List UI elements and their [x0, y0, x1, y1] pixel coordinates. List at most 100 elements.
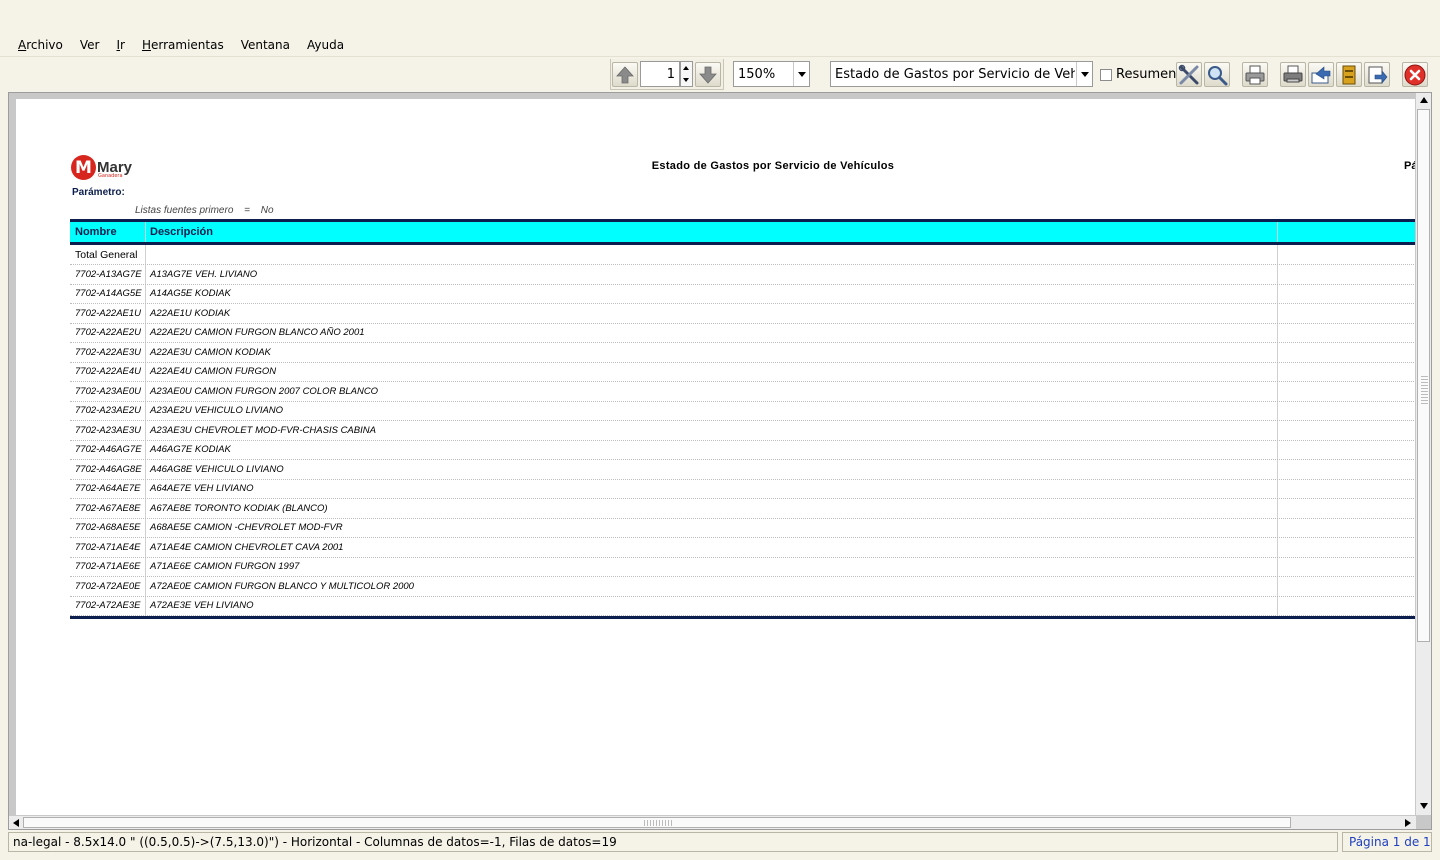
menu-item-0[interactable]: Archivo — [18, 38, 63, 52]
table-row: 7702-A46AG7E A46AG7E KODIAK — [70, 440, 1416, 460]
row-name: 7702-A23AE3U — [70, 421, 146, 440]
report-select-value: Estado de Gastos por Servicio de Vehícul… — [835, 66, 1075, 82]
export-icon — [1368, 66, 1388, 84]
row-name: 7702-A23AE0U — [70, 382, 146, 401]
print-button[interactable] — [1242, 62, 1268, 87]
report-select[interactable]: Estado de Gastos por Servicio de Vehícul… — [830, 61, 1093, 87]
page-number-spinner[interactable] — [680, 61, 693, 87]
toolbar: 1 150% Estado de Gastos por Servicio de … — [0, 59, 1440, 90]
menu-text: erramientas — [150, 37, 224, 52]
table-row: 7702-A68AE5E A68AE5E CAMION -CHEVROLET MO… — [70, 518, 1416, 538]
print-setup-button[interactable] — [1280, 62, 1306, 87]
spinner-up-icon[interactable] — [683, 66, 689, 70]
row-description: A13AG7E VEH. LIVIANO — [146, 265, 1278, 284]
menu-item-2[interactable]: Ir — [116, 38, 124, 52]
row-extra — [1278, 441, 1416, 460]
row-description: A72AE0E CAMION FURGON BLANCO Y MULTICOLO… — [146, 577, 1278, 596]
table-row: 7702-A72AE0E A72AE0E CAMION FURGON BLANCO… — [70, 577, 1416, 597]
customize-button[interactable] — [1176, 62, 1202, 87]
table-row: 7702-A67AE8E A67AE8E TORONTO KODIAK (BLAN… — [70, 499, 1416, 519]
row-description: A64AE7E VEH LIVIANO — [146, 479, 1278, 498]
row-description: A23AE0U CAMION FURGON 2007 COLOR BLANCO — [146, 382, 1278, 401]
table-row: 7702-A22AE1U A22AE1U KODIAK — [70, 304, 1416, 324]
table-row: 7702-A22AE4U A22AE4U CAMION FURGON — [70, 362, 1416, 382]
row-description: A23AE2U VEHICULO LIVIANO — [146, 401, 1278, 420]
row-extra — [1278, 538, 1416, 557]
row-description: A23AE3U CHEVROLET MOD-FVR-CHASIS CABINA — [146, 421, 1278, 440]
row-extra — [1278, 480, 1416, 499]
row-description: A22AE4U CAMION FURGON — [146, 362, 1278, 381]
menu-item-3[interactable]: Herramientas — [142, 38, 224, 52]
row-extra — [1278, 304, 1416, 323]
horizontal-scroll-thumb[interactable] — [23, 817, 1291, 828]
row-name: 7702-A72AE0E — [70, 577, 146, 596]
total-description — [146, 245, 1278, 264]
row-name: 7702-A46AG7E — [70, 440, 146, 459]
spinner-down-icon[interactable] — [683, 78, 689, 82]
send-icon — [1311, 65, 1331, 83]
table-row: 7702-A22AE3U A22AE3U CAMION KODIAK — [70, 343, 1416, 363]
vertical-scrollbar[interactable] — [1415, 93, 1431, 815]
scroll-right-icon[interactable] — [1405, 819, 1411, 827]
table-row: 7702-A72AE3E A72AE3E VEH LIVIANO — [70, 596, 1416, 616]
row-description: A71AE6E CAMION FURGON 1997 — [146, 557, 1278, 576]
report-dropdown-arrow[interactable] — [1076, 62, 1092, 86]
archive-button[interactable] — [1336, 62, 1362, 87]
next-page-button[interactable] — [695, 62, 721, 87]
menu-item-4[interactable]: Ventana — [241, 38, 290, 52]
page-number-input[interactable]: 1 — [640, 61, 680, 87]
status-info: na-legal - 8.5x14.0 " ((0.5,0.5)->(7.5,1… — [8, 832, 1338, 852]
row-extra — [1278, 558, 1416, 577]
scroll-up-icon[interactable] — [1420, 97, 1428, 103]
arrow-up-icon — [616, 65, 634, 83]
row-extra — [1278, 324, 1416, 343]
export-button[interactable] — [1364, 62, 1390, 87]
zoom-select[interactable]: 150% — [733, 61, 810, 87]
parameter-value: No — [260, 205, 274, 216]
horizontal-scrollbar[interactable] — [9, 815, 1416, 829]
menu-item-5[interactable]: Ayuda — [307, 38, 344, 52]
close-report-button[interactable] — [1402, 62, 1428, 87]
row-description: A68AE5E CAMION -CHEVROLET MOD-FVR — [146, 518, 1278, 537]
table-bottom-rule — [70, 616, 1416, 619]
summary-checkbox[interactable] — [1100, 69, 1112, 81]
report-viewer: M Mary Ganadera Estado de Gastos por Ser… — [8, 92, 1432, 830]
parameter-label: Parámetro: — [72, 187, 125, 198]
summary-label[interactable]: Resumen — [1116, 67, 1176, 82]
grip-icon — [644, 820, 674, 826]
row-name: 7702-A22AE1U — [70, 304, 146, 323]
arrow-down-icon — [699, 66, 717, 84]
table-row: 7702-A23AE3U A23AE3U CHEVROLET MOD-FVR-CH… — [70, 421, 1416, 441]
row-extra — [1278, 577, 1416, 596]
parameter-name: Listas fuentes primero — [135, 205, 234, 216]
report-title: Estado de Gastos por Servicio de Vehícul… — [651, 160, 895, 172]
status-page-indicator: Página 1 de 1 — [1342, 832, 1432, 852]
column-header-extra — [1278, 222, 1416, 242]
table-row: 7702-A13AG7E A13AG7E VEH. LIVIANO — [70, 265, 1416, 285]
row-extra — [1278, 499, 1416, 518]
vertical-scroll-thumb[interactable] — [1417, 109, 1430, 642]
table-header: Nombre Descripción — [70, 219, 1416, 245]
menu-item-1[interactable]: Ver — [80, 38, 100, 52]
row-description: A22AE3U CAMION KODIAK — [146, 343, 1278, 362]
logo-subtext: Ganadera — [98, 173, 123, 179]
previous-page-button[interactable] — [612, 62, 638, 87]
row-name: 7702-A72AE3E — [70, 596, 146, 615]
scroll-left-icon[interactable] — [13, 819, 19, 827]
table-row: 7702-A23AE0U A23AE0U CAMION FURGON 2007 C… — [70, 382, 1416, 402]
row-description: A67AE8E TORONTO KODIAK (BLANCO) — [146, 499, 1278, 518]
row-name: 7702-A68AE5E — [70, 518, 146, 537]
send-button[interactable] — [1308, 62, 1334, 87]
row-extra — [1278, 460, 1416, 479]
table-row: 7702-A71AE4E A71AE4E CAMION CHEVROLET CAV… — [70, 538, 1416, 558]
scroll-down-icon[interactable] — [1420, 803, 1428, 809]
table-row: 7702-A71AE6E A71AE6E CAMION FURGON 1997 — [70, 557, 1416, 577]
row-name: 7702-A71AE4E — [70, 538, 146, 557]
row-description: A22AE1U KODIAK — [146, 304, 1278, 323]
row-extra — [1278, 363, 1416, 382]
zoom-dropdown-arrow[interactable] — [793, 62, 809, 86]
table-row: 7702-A46AG8E A46AG8E VEHICULO LIVIANO — [70, 460, 1416, 480]
row-extra — [1278, 519, 1416, 538]
find-button[interactable] — [1204, 62, 1230, 87]
parameter-operator: = — [244, 205, 251, 216]
